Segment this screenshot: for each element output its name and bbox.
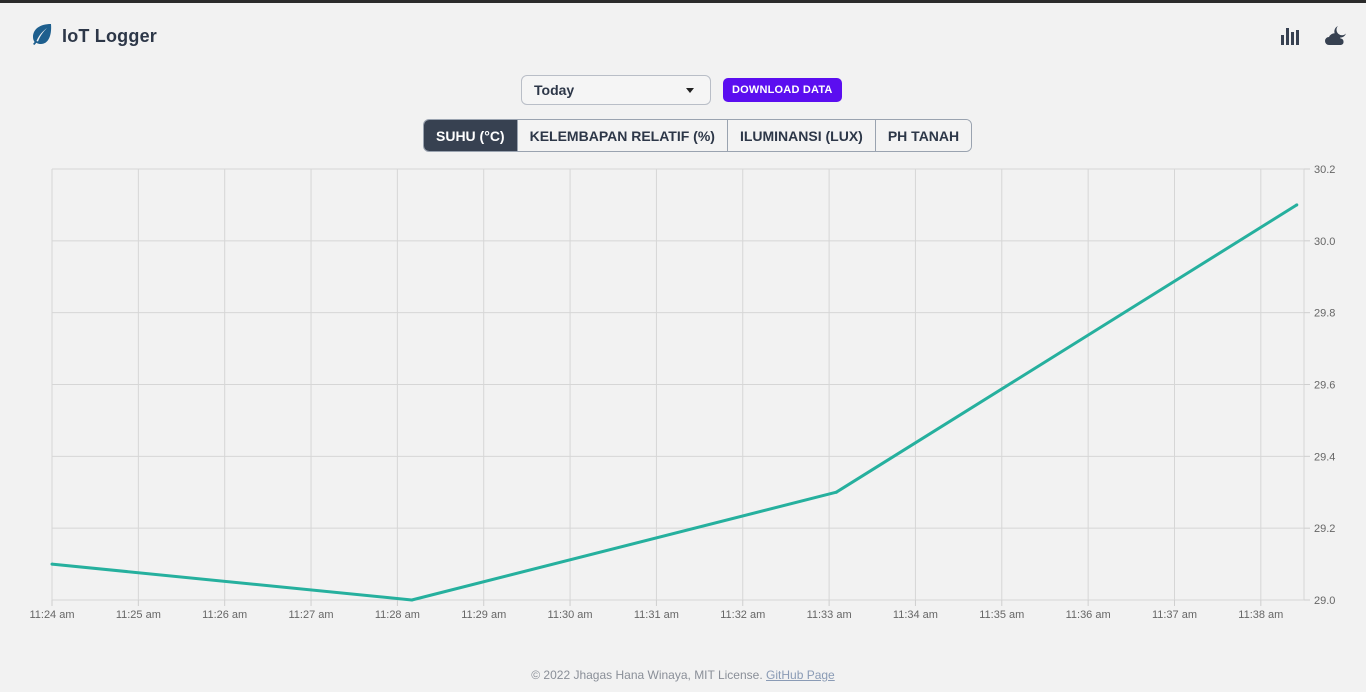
controls-bar: Today DOWNLOAD DATA [521, 75, 842, 105]
x-tick-label: 11:33 am [807, 609, 852, 621]
tab-suhu[interactable]: SUHU (°C) [424, 120, 518, 151]
footer-text: © 2022 Jhagas Hana Winaya, MIT License. [531, 668, 763, 682]
date-range-select[interactable]: Today [521, 75, 711, 105]
data-point [410, 598, 414, 602]
top-border [0, 0, 1366, 3]
data-point [1295, 203, 1299, 207]
y-tick-label: 29.0 [1314, 595, 1335, 607]
footer: © 2022 Jhagas Hana Winaya, MIT License. … [0, 668, 1366, 682]
x-tick-label: 11:26 am [202, 609, 247, 621]
y-tick-label: 30.0 [1314, 236, 1335, 248]
x-tick-label: 11:35 am [979, 609, 1024, 621]
x-tick-label: 11:38 am [1238, 609, 1283, 621]
y-tick-label: 29.2 [1314, 523, 1335, 535]
x-tick-label: 11:32 am [720, 609, 765, 621]
brand[interactable]: IoT Logger [30, 22, 157, 51]
sensor-tabs: SUHU (°C) KELEMBAPAN RELATIF (%) ILUMINA… [423, 119, 973, 152]
tab-ph-tanah[interactable]: PH TANAH [875, 120, 972, 151]
data-point [834, 490, 838, 494]
github-page-link[interactable]: GitHub Page [766, 668, 835, 682]
app-title: IoT Logger [62, 26, 157, 46]
cloud-moon-icon[interactable] [1324, 24, 1348, 48]
x-tick-label: 11:36 am [1066, 609, 1111, 621]
temperature-series-line [51, 203, 1298, 602]
x-tick-label: 11:30 am [548, 609, 593, 621]
y-tick-label: 29.4 [1314, 451, 1335, 463]
x-tick-label: 11:34 am [893, 609, 938, 621]
tab-kelembapan[interactable]: KELEMBAPAN RELATIF (%) [517, 120, 728, 151]
y-tick-label: 30.2 [1314, 164, 1335, 176]
y-tick-label: 29.6 [1314, 380, 1335, 392]
data-point [50, 562, 54, 566]
download-data-button[interactable]: DOWNLOAD DATA [723, 78, 842, 102]
bar-chart-icon[interactable] [1278, 24, 1302, 48]
x-tick-label: 11:25 am [116, 609, 161, 621]
x-tick-label: 11:24 am [29, 609, 74, 621]
leaf-icon [30, 22, 54, 51]
x-tick-label: 11:27 am [289, 609, 334, 621]
temperature-line-chart: 29.0 29.2 29.4 29.6 29.8 30.0 30.2 11:24 am 11:2… [29, 164, 1335, 621]
y-tick-label: 29.8 [1314, 308, 1335, 320]
date-range-value: Today [534, 82, 575, 98]
caret-down-icon [686, 87, 694, 93]
x-tick-label: 11:31 am [634, 609, 679, 621]
header-actions [1278, 24, 1348, 48]
x-tick-label: 11:29 am [461, 609, 506, 621]
x-tick-label: 11:37 am [1152, 609, 1197, 621]
x-tick-label: 11:28 am [375, 609, 420, 621]
tab-iluminansi[interactable]: ILUMINANSI (LUX) [727, 120, 876, 151]
